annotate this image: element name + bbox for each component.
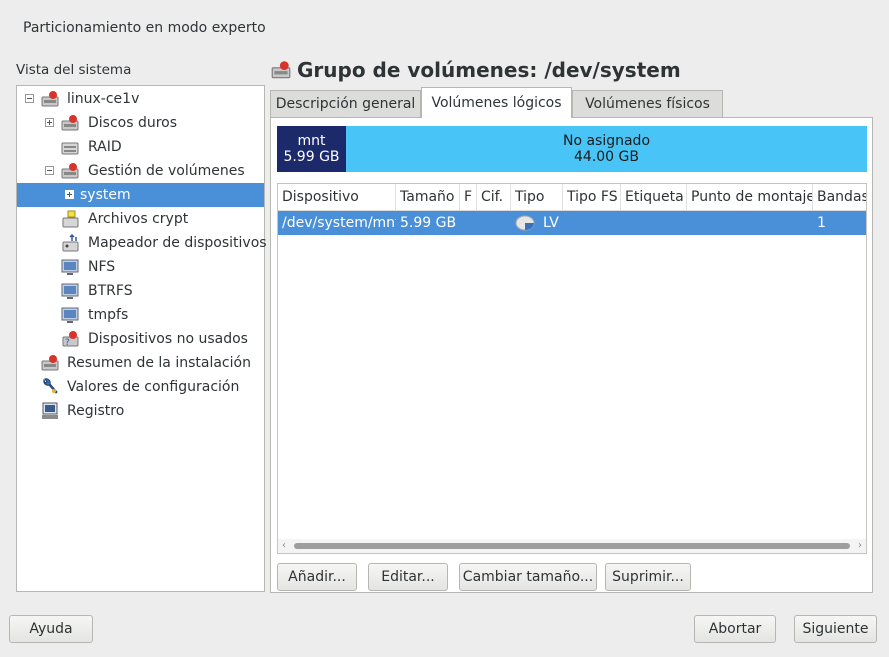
tree-item-volume-management[interactable]: Gestión de volúmenes — [17, 159, 264, 183]
volume-group-icon — [61, 163, 79, 179]
device-mapper-icon — [62, 233, 79, 252]
table-header: Dispositivo Tamaño F Cif. Tipo Tipo FS E… — [278, 184, 866, 211]
abort-button[interactable]: Abortar — [694, 615, 776, 643]
usage-bar-unallocated-size: 44.00 GB — [574, 149, 639, 165]
cell-encrypted — [477, 211, 511, 235]
tree-item-label: system — [80, 187, 131, 203]
scrollbar-thumb[interactable] — [294, 543, 850, 549]
cell-fs-type — [563, 211, 621, 235]
collapse-icon[interactable] — [25, 94, 34, 103]
tab-label: Volúmenes lógicos — [431, 95, 562, 111]
volume-group-icon — [271, 61, 291, 79]
tab-logical-volumes[interactable]: Volúmenes lógicos — [421, 87, 572, 118]
tree-item-label: Archivos crypt — [88, 211, 189, 227]
edit-button[interactable]: Editar... — [368, 563, 448, 591]
usage-bar-mnt: mnt 5.99 GB — [277, 126, 346, 172]
horizontal-scrollbar[interactable]: ‹ › — [278, 539, 866, 553]
cell-f — [460, 211, 477, 235]
cell-stripes: 1 — [817, 215, 826, 231]
log-icon — [42, 402, 58, 419]
tree-item-label: BTRFS — [88, 283, 133, 299]
add-button[interactable]: Añadir... — [277, 563, 357, 591]
page-title: Grupo de volúmenes: /dev/system — [270, 58, 681, 82]
table-row[interactable]: /dev/system/mnt 5.99 GB LV 1 — [278, 211, 866, 235]
tree-item-label: tmpfs — [88, 307, 129, 323]
tree-item-label: RAID — [88, 139, 122, 155]
column-header-type[interactable]: Tipo — [511, 184, 563, 210]
tree-item-system[interactable]: system — [17, 183, 264, 207]
tree-item-crypt-files[interactable]: Archivos crypt — [17, 207, 264, 231]
wrench-icon — [43, 378, 58, 394]
scroll-right-icon[interactable]: › — [858, 540, 862, 551]
window-title: Particionamiento en modo experto — [23, 20, 266, 36]
btrfs-icon — [61, 283, 79, 299]
next-button[interactable]: Siguiente — [794, 615, 877, 643]
column-header-device[interactable]: Dispositivo — [278, 184, 396, 210]
tree-item-label: Valores de configuración — [67, 379, 240, 395]
logical-volume-icon — [515, 215, 535, 231]
tab-overview[interactable]: Descripción general — [270, 90, 421, 117]
expand-icon[interactable] — [65, 190, 74, 199]
delete-button[interactable]: Suprimir... — [605, 563, 691, 591]
tree-item-label: Registro — [67, 403, 125, 419]
tree-item-label: Gestión de volúmenes — [88, 163, 245, 179]
usage-bar-unallocated: No asignado 44.00 GB — [346, 126, 867, 172]
computer-disk-icon — [41, 91, 59, 107]
hard-disk-icon — [61, 115, 79, 131]
logical-volumes-table[interactable]: Dispositivo Tamaño F Cif. Tipo Tipo FS E… — [277, 183, 867, 554]
tab-label: Descripción general — [275, 96, 416, 112]
tree-item-label: linux-ce1v — [67, 91, 140, 107]
tree-item-configuration-settings[interactable]: Valores de configuración — [17, 375, 264, 399]
network-folder-icon — [61, 259, 79, 275]
cell-type: LV — [543, 215, 559, 231]
column-header-encrypted[interactable]: Cif. — [477, 184, 511, 210]
tree-item-nfs[interactable]: NFS — [17, 255, 264, 279]
sidebar-title: Vista del sistema — [16, 62, 132, 78]
help-button[interactable]: Ayuda — [9, 615, 93, 643]
column-header-f[interactable]: F — [460, 184, 477, 210]
column-header-label[interactable]: Etiqueta — [621, 184, 687, 210]
column-header-stripes[interactable]: Bandas — [813, 184, 866, 210]
tmpfs-icon — [61, 307, 79, 323]
tree-item-label: Discos duros — [88, 115, 178, 131]
cell-mount-point — [687, 211, 813, 235]
tree-item-unused-devices[interactable]: ? Dispositivos no usados — [17, 327, 264, 351]
tree-item-tmpfs[interactable]: tmpfs — [17, 303, 264, 327]
tree-item-label: NFS — [88, 259, 116, 275]
crypt-file-icon — [62, 210, 79, 228]
column-header-size[interactable]: Tamaño — [396, 184, 460, 210]
unused-device-icon: ? — [62, 331, 79, 348]
tree-item-label: Dispositivos no usados — [88, 331, 248, 347]
tab-label: Volúmenes físicos — [585, 96, 710, 112]
tree-item-linux-ce1v[interactable]: linux-ce1v — [17, 87, 264, 111]
expand-icon[interactable] — [45, 118, 54, 127]
tree-item-label: Resumen de la instalación — [67, 355, 251, 371]
scroll-left-icon[interactable]: ‹ — [282, 540, 286, 551]
column-header-mount-point[interactable]: Punto de montaje — [687, 184, 813, 210]
tree-item-device-mapper[interactable]: Mapeador de dispositivos — [17, 231, 267, 255]
collapse-icon[interactable] — [45, 166, 54, 175]
cell-device: /dev/system/mnt — [282, 215, 396, 231]
resize-button[interactable]: Cambiar tamaño... — [459, 563, 597, 591]
raid-icon — [61, 142, 79, 155]
tree-item-installation-summary[interactable]: Resumen de la instalación — [17, 351, 264, 375]
usage-bar-unallocated-label: No asignado — [562, 133, 651, 149]
cell-label — [621, 211, 687, 235]
system-view-tree[interactable]: linux-ce1v Discos duros RAID Gestión de … — [16, 85, 267, 592]
tree-item-raid[interactable]: RAID — [17, 135, 264, 159]
tree-item-hard-disks[interactable]: Discos duros — [17, 111, 264, 135]
tab-physical-volumes[interactable]: Volúmenes físicos — [572, 90, 723, 117]
tree-item-label: Mapeador de dispositivos — [88, 235, 267, 251]
tree-item-log[interactable]: Registro — [17, 399, 264, 423]
installation-summary-icon — [41, 355, 59, 371]
svg-text:?: ? — [65, 338, 70, 348]
page-title-text: Grupo de volúmenes: /dev/system — [297, 58, 681, 82]
usage-bar-mnt-label: mnt — [297, 133, 326, 149]
tree-item-btrfs[interactable]: BTRFS — [17, 279, 264, 303]
cell-size: 5.99 GB — [400, 215, 457, 231]
usage-bar-mnt-size: 5.99 GB — [283, 149, 340, 165]
column-header-fs-type[interactable]: Tipo FS — [563, 184, 621, 210]
